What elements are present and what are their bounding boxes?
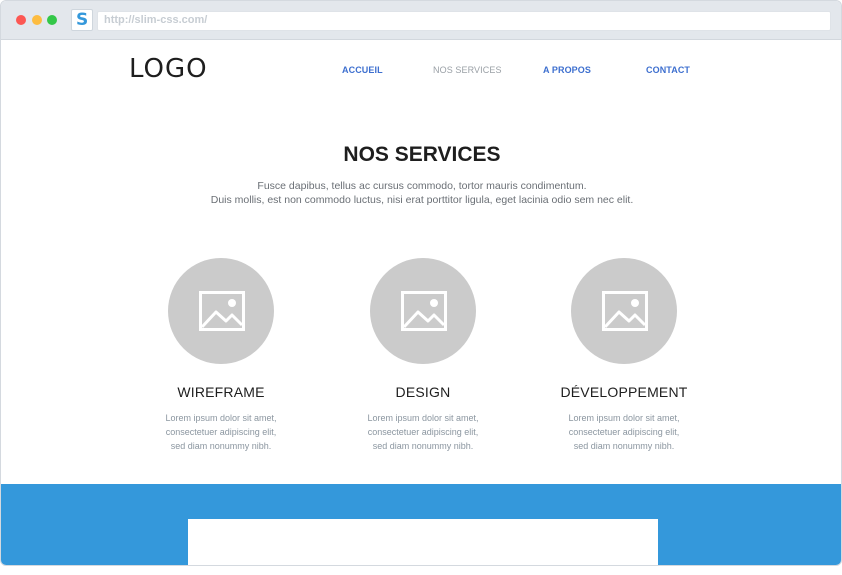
- intro-line: Duis mollis, est non commodo luctus, nis…: [210, 194, 634, 206]
- browser-toolbar: S http://slim-css.com/: [1, 1, 841, 40]
- address-bar[interactable]: http://slim-css.com/: [97, 11, 831, 31]
- image-placeholder-icon: [370, 258, 476, 364]
- intro-line: Fusce dapibus, tellus ac cursus commodo,…: [257, 180, 587, 192]
- nav-link-a-propos[interactable]: A PROPOS: [543, 65, 591, 75]
- service-description: Lorem ipsum dolor sit amet, consectetuer…: [367, 413, 479, 451]
- section-intro: Fusce dapibus, tellus ac cursus commodo,…: [1, 179, 841, 207]
- nav-link-contact[interactable]: CONTACT: [646, 65, 690, 75]
- nav-link-accueil[interactable]: ACCUEIL: [342, 65, 383, 75]
- service-title: DESIGN: [395, 384, 451, 400]
- accent-band: [1, 484, 841, 565]
- close-window-button[interactable]: [16, 15, 26, 25]
- service-description: Lorem ipsum dolor sit amet, consectetuer…: [568, 413, 680, 451]
- service-card-design: DESIGN Lorem ipsum dolor sit amet, conse…: [333, 258, 513, 453]
- service-title: WIREFRAME: [177, 384, 265, 400]
- zoom-window-button[interactable]: [47, 15, 57, 25]
- section-title: NOS SERVICES: [343, 143, 501, 166]
- nav-link-nos-services[interactable]: NOS SERVICES: [433, 65, 502, 75]
- service-card-wireframe: WIREFRAME Lorem ipsum dolor sit amet, co…: [131, 258, 311, 453]
- image-placeholder-icon: [168, 258, 274, 364]
- url-text: http://slim-css.com/: [104, 14, 208, 26]
- service-card-developpement: DÉVELOPPEMENT Lorem ipsum dolor sit amet…: [534, 258, 714, 453]
- service-description: Lorem ipsum dolor sit amet, consectetuer…: [165, 413, 277, 451]
- browser-window: S http://slim-css.com/ LOGO ACCUEIL NOS …: [0, 0, 842, 566]
- site-favicon-icon: S: [71, 9, 93, 31]
- service-title: DÉVELOPPEMENT: [560, 384, 688, 400]
- image-placeholder-icon: [571, 258, 677, 364]
- content-panel: [188, 519, 658, 565]
- site-logo[interactable]: LOGO: [129, 54, 208, 84]
- minimize-window-button[interactable]: [32, 15, 42, 25]
